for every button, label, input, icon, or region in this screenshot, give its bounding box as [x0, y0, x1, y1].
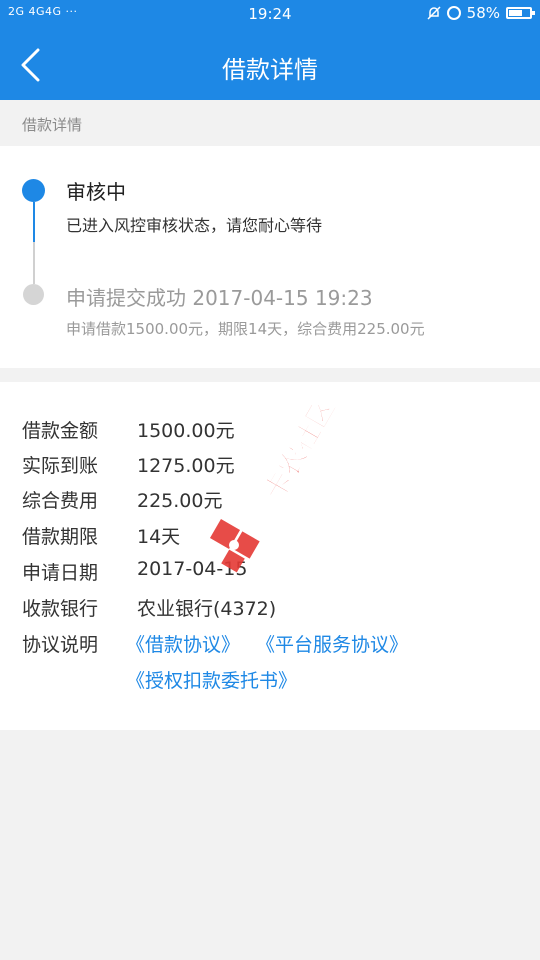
status-right: 58%: [427, 4, 535, 22]
status-timeline: 审核中 已进入风控审核状态，请您耐心等待 申请提交成功 2017-04-15 1…: [0, 146, 540, 368]
platform-service-agreement-link[interactable]: 《平台服务协议》: [256, 630, 408, 657]
nav-bar: 借款详情: [0, 28, 540, 100]
timeline-dot-inactive: [23, 284, 44, 305]
timeline-line: [33, 202, 35, 242]
timeline-step-title: 审核中: [66, 180, 126, 204]
section-label: 借款详情: [22, 116, 83, 134]
agreement-label: 协议说明: [22, 634, 99, 656]
detail-label: 收款银行: [22, 598, 99, 620]
detail-label: 借款金额: [22, 420, 99, 442]
detail-value: 农业银行(4372): [137, 598, 277, 620]
detail-label: 借款期限: [22, 526, 99, 548]
timeline-step-title: 申请提交成功 2017-04-15 19:23: [66, 286, 373, 310]
detail-label: 实际到账: [22, 455, 99, 477]
page-title: 借款详情: [222, 56, 318, 84]
watermark-mark-icon: [209, 518, 260, 573]
status-bar: 2G 4G4G ··· 19:24 58%: [0, 0, 540, 28]
battery-fill: [509, 10, 522, 16]
detail-label: 申请日期: [22, 562, 99, 584]
alarm-icon: [446, 6, 461, 20]
battery-icon: [506, 7, 535, 19]
watermark-text: 卡农社区: [257, 405, 342, 506]
debit-authorization-link[interactable]: 《授权扣款委托书》: [126, 666, 297, 693]
detail-label: 综合费用: [22, 490, 99, 512]
battery-percent: 58%: [466, 4, 500, 22]
timeline-step-desc: 已进入风控审核状态，请您耐心等待: [66, 216, 323, 235]
detail-value: 14天: [137, 526, 181, 548]
header: 2G 4G4G ··· 19:24 58% 借款详情: [0, 0, 540, 100]
timeline-step-desc: 申请借款1500.00元，期限14天，综合费用225.00元: [66, 320, 425, 338]
timeline-line: [33, 242, 35, 284]
loan-agreement-link[interactable]: 《借款协议》: [126, 630, 240, 657]
section-header: 借款详情: [0, 100, 540, 146]
timeline-dot-active: [22, 179, 45, 202]
watermark-logo: 卡农社区: [209, 405, 342, 573]
mute-bell-icon: [427, 6, 441, 20]
